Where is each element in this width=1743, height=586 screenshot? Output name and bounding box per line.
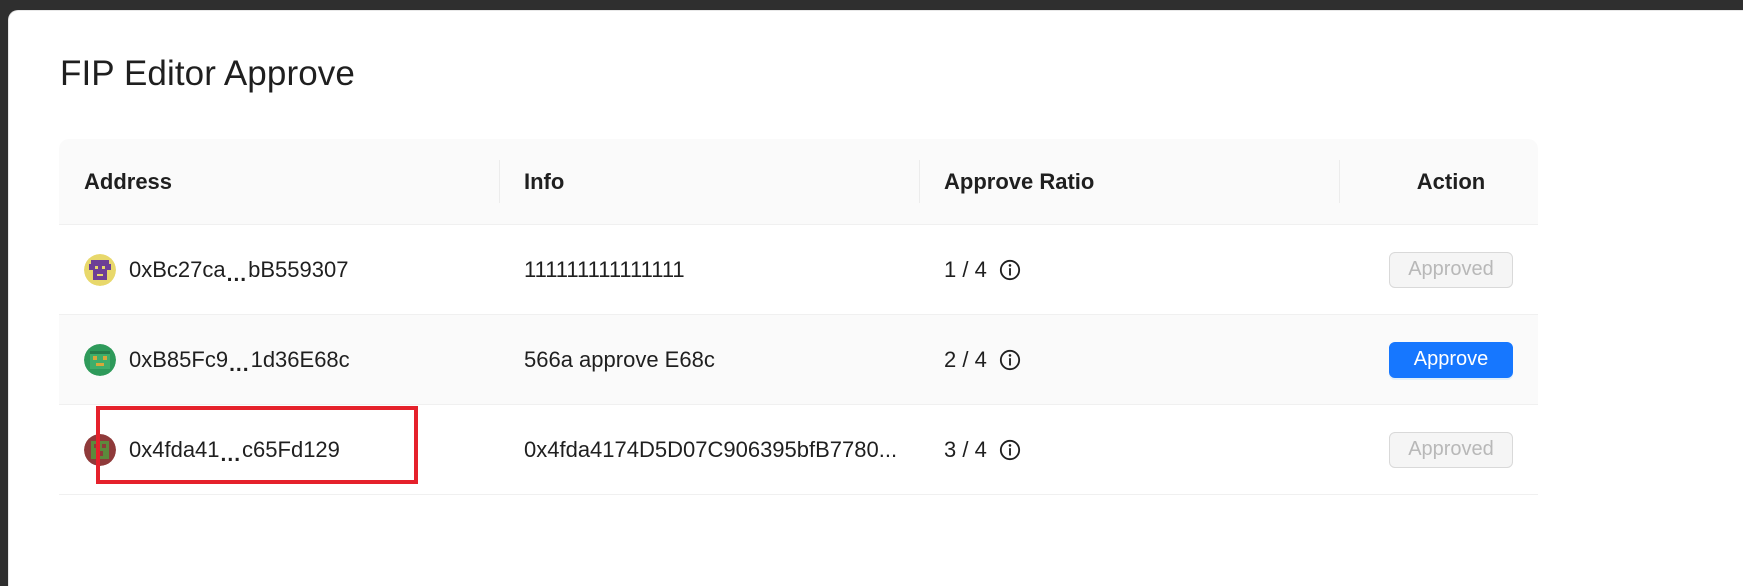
approvals-table: Address Info Approve Ratio Action 0xBc27… — [59, 139, 1538, 495]
address-end: c65Fd129 — [242, 436, 340, 462]
column-divider — [499, 160, 500, 203]
approve-ratio-value: 3 / 4 — [944, 436, 987, 462]
pixel-avatar-green-icon — [84, 343, 116, 376]
approved-button: Approved — [1389, 251, 1513, 288]
action-cell: Approved — [1364, 405, 1538, 494]
table-row: 0xB85Fc9 ... 1d36E68c 566a approve E68c … — [59, 315, 1538, 405]
approve-ratio-value: 1 / 4 — [944, 256, 987, 282]
address-cell: 0xBc27ca ... bB559307 — [84, 225, 348, 314]
address-end: bB559307 — [248, 256, 349, 282]
info-circle-icon[interactable] — [999, 439, 1021, 461]
approve-ratio-cell: 2 / 4 — [944, 315, 1021, 404]
info-circle-icon[interactable] — [999, 349, 1021, 371]
info-cell: 0x4fda4174D5D07C906395bfB7780... — [524, 436, 898, 462]
address-cell: 0x4fda41 ... c65Fd129 — [84, 405, 340, 494]
action-cell: Approved — [1364, 225, 1538, 314]
column-divider — [919, 160, 920, 203]
approve-ratio-value: 2 / 4 — [944, 346, 987, 372]
wallet-address: 0x4fda41 ... c65Fd129 — [129, 436, 340, 466]
pixel-avatar-purple-icon — [84, 253, 116, 286]
approve-ratio-cell: 1 / 4 — [944, 225, 1021, 314]
address-cell: 0xB85Fc9 ... 1d36E68c — [84, 315, 350, 404]
wallet-address: 0xBc27ca ... bB559307 — [129, 256, 349, 286]
address-start: 0xBc27ca — [129, 256, 226, 282]
address-ellipsis: ... — [226, 262, 248, 286]
action-cell: Approve — [1364, 315, 1538, 404]
column-header-action: Action — [1416, 168, 1486, 194]
wallet-address: 0xB85Fc9 ... 1d36E68c — [129, 346, 350, 376]
pixel-avatar-brown-icon — [84, 433, 116, 466]
column-header-info: Info — [524, 168, 565, 194]
page-title: FIP Editor Approve — [60, 54, 355, 93]
info-cell: 566a approve E68c — [524, 346, 715, 372]
address-ellipsis: ... — [229, 352, 250, 376]
address-ellipsis: ... — [220, 442, 242, 466]
info-circle-icon[interactable] — [999, 259, 1021, 281]
column-header-approve-ratio: Approve Ratio — [944, 168, 1095, 194]
approved-button: Approved — [1389, 431, 1513, 468]
table-row: 0x4fda41 ... c65Fd129 0x4fda4174D5D07C90… — [59, 405, 1538, 495]
approve-panel: FIP Editor Approve Address Info Approve … — [8, 10, 1743, 586]
approve-button[interactable]: Approve — [1389, 341, 1513, 378]
address-end: 1d36E68c — [250, 346, 350, 372]
address-start: 0x4fda41 — [129, 436, 220, 462]
table-header: Address Info Approve Ratio Action — [59, 139, 1538, 225]
address-start: 0xB85Fc9 — [129, 346, 229, 372]
column-divider — [1339, 160, 1340, 203]
table-row: 0xBc27ca ... bB559307 111111111111111 1 … — [59, 225, 1538, 315]
column-header-address: Address — [84, 168, 173, 194]
info-cell: 111111111111111 — [524, 256, 685, 282]
approve-ratio-cell: 3 / 4 — [944, 405, 1021, 494]
